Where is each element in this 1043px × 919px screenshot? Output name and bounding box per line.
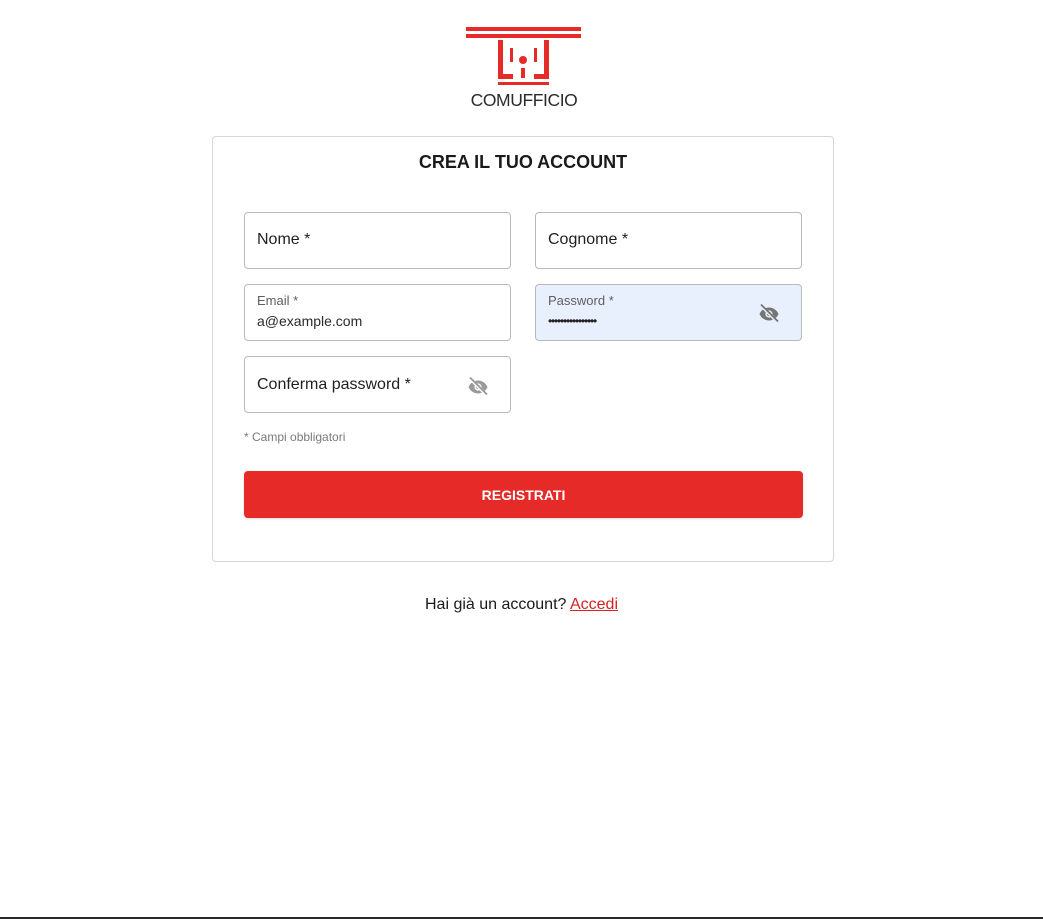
register-button[interactable]: REGISTRATI <box>244 471 803 518</box>
comufficio-logo[interactable]: COMUFFICIO <box>462 22 586 114</box>
logo-wordmark: COMUFFICIO <box>470 90 578 110</box>
password-label: Password * <box>548 293 614 308</box>
signup-page: COMUFFICIO CREA IL TUO ACCOUNT Nome * Co… <box>0 0 1043 919</box>
logo-mark-icon <box>466 27 581 85</box>
confirm-password-field[interactable]: Conferma password * <box>244 356 511 413</box>
first-name-field[interactable]: Nome * <box>244 212 511 269</box>
login-prompt-text: Hai già un account? <box>424 596 567 613</box>
last-name-label: Cognome * <box>548 231 629 248</box>
eye-off-icon[interactable] <box>466 374 490 398</box>
email-field[interactable]: Email * a@example.com <box>244 284 511 341</box>
email-label: Email * <box>257 293 299 308</box>
password-field[interactable]: Password * •••••••••••••••• <box>535 284 802 341</box>
form-title: CREA IL TUO ACCOUNT <box>418 152 628 172</box>
required-fields-note: * Campi obbligatori <box>244 430 346 444</box>
signup-card: CREA IL TUO ACCOUNT Nome * Cognome * Ema… <box>212 136 834 562</box>
login-link[interactable]: Accedi <box>570 596 618 613</box>
password-value: •••••••••••••••• <box>548 314 597 328</box>
eye-off-icon[interactable] <box>757 301 781 325</box>
last-name-field[interactable]: Cognome * <box>535 212 802 269</box>
login-prompt: Hai già un account? Accedi <box>0 596 1043 614</box>
email-value: a@example.com <box>257 313 363 329</box>
first-name-label: Nome * <box>257 231 311 248</box>
confirm-password-label: Conferma password * <box>257 376 411 393</box>
